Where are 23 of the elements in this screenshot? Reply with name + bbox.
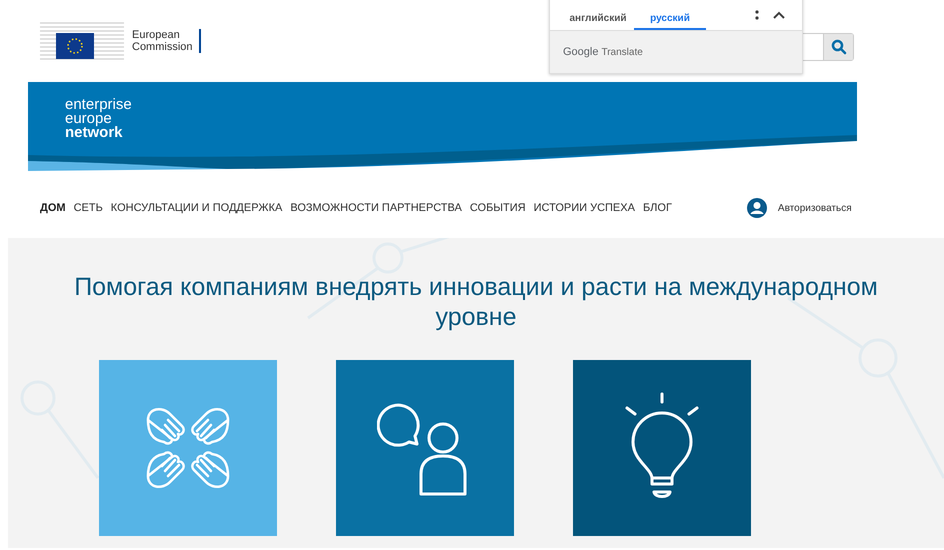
service-tile[interactable] — [99, 360, 277, 536]
language-tab[interactable]: английский — [562, 7, 634, 30]
nav-link[interactable]: СОБЫТИЯ — [470, 202, 526, 214]
nav-link[interactable]: БЛОГ — [642, 202, 672, 214]
logo-text: europe — [65, 112, 112, 126]
nav-link[interactable]: ДОМ — [40, 202, 66, 214]
user-icon — [746, 197, 768, 219]
search-icon — [830, 39, 846, 55]
nav-link[interactable]: ВОЗМОЖНОСТИ ПАРТНЕРСТВА — [290, 202, 462, 214]
logo-text: network — [65, 126, 124, 140]
google-text: Google — [563, 46, 598, 58]
nav-link[interactable]: СЕТЬ — [74, 202, 103, 214]
nav-link[interactable]: КОНСУЛЬТАЦИИ И ПОДДЕРЖКА — [110, 202, 282, 214]
service-tile[interactable] — [573, 360, 751, 536]
search-button[interactable] — [823, 34, 853, 60]
commission-name: Commission — [132, 41, 193, 53]
login-link[interactable]: Авторизоваться — [746, 197, 852, 219]
commission-name: European — [132, 29, 181, 41]
hero-heading: Помогая компаниям внедрять инновации и расти на международном уровне — [73, 272, 879, 332]
service-tile[interactable] — [336, 360, 514, 536]
logo-text: enterprise — [65, 98, 133, 112]
translate-text: Translate — [601, 46, 643, 58]
nav-link[interactable]: ИСТОРИИ УСПЕХА — [534, 202, 635, 214]
